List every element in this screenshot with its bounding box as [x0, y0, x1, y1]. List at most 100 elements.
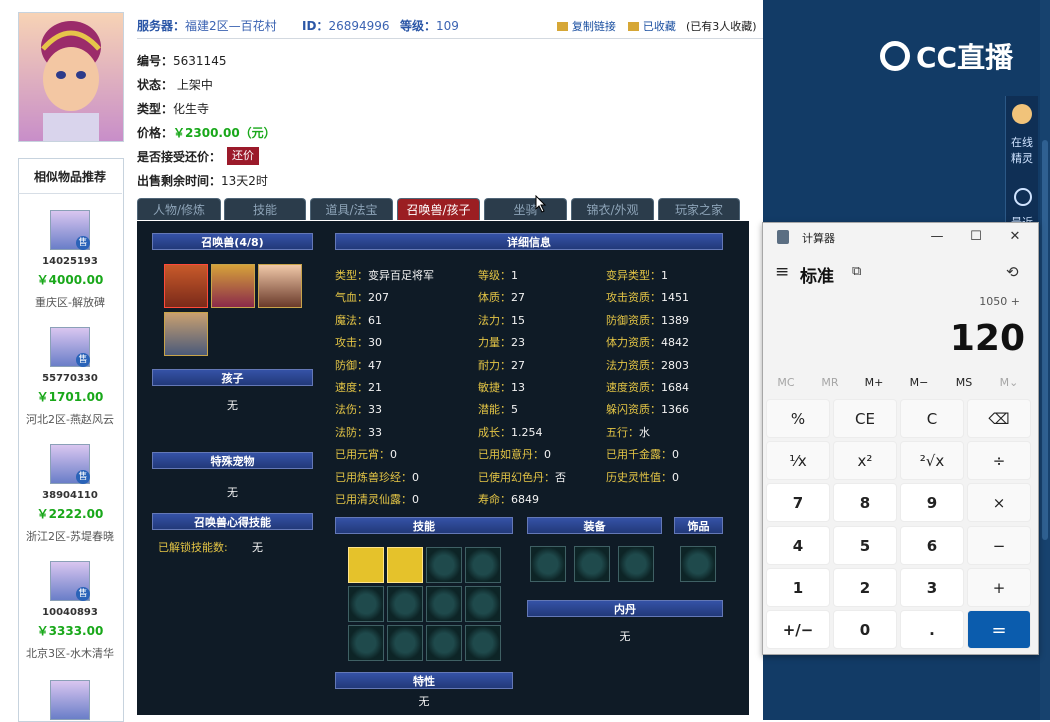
spirit-avatar-icon[interactable]	[1012, 104, 1032, 124]
add-button[interactable]: +	[967, 568, 1031, 607]
favorite-link[interactable]: 已收藏	[628, 18, 676, 34]
clear-button[interactable]: C	[900, 399, 964, 438]
percent-button[interactable]: %	[766, 399, 830, 438]
recommend-avatar-icon[interactable]: 售	[50, 561, 90, 601]
pet-slot-selected[interactable]	[164, 264, 208, 308]
pet-slot[interactable]	[164, 312, 208, 356]
tab-items[interactable]: 道具/法宝	[310, 198, 393, 220]
skill-slot[interactable]	[465, 547, 501, 583]
recommend-price: ￥1701.00	[36, 390, 104, 404]
recommend-price: ￥2222.00	[36, 507, 104, 521]
clear-entry-button[interactable]: CE	[833, 399, 897, 438]
skill-slot[interactable]	[387, 625, 423, 661]
scrollbar-thumb[interactable]	[1042, 140, 1048, 540]
recommend-id: 55770330	[42, 373, 98, 384]
subtract-button[interactable]: −	[967, 526, 1031, 565]
stat-value: 207	[368, 291, 389, 304]
accessory-slot[interactable]	[680, 546, 716, 582]
tab-mount[interactable]: 坐骑	[484, 198, 567, 220]
digit-1-button[interactable]: 1	[766, 568, 830, 607]
skill-slot[interactable]	[465, 586, 501, 622]
negate-button[interactable]: +/−	[766, 610, 830, 649]
equip-slot[interactable]	[618, 546, 654, 582]
equip-slot[interactable]	[574, 546, 610, 582]
digit-0-button[interactable]: 0	[833, 610, 897, 649]
equals-button[interactable]: =	[967, 610, 1031, 649]
clock-icon[interactable]	[1014, 188, 1032, 206]
recommend-avatar-icon[interactable]: 售	[50, 327, 90, 367]
digit-5-button[interactable]: 5	[833, 526, 897, 565]
skills-bar: 技能	[335, 517, 513, 534]
recommend-item[interactable]: 售 55770330 ￥1701.00 河北2区-燕赵风云	[18, 327, 122, 427]
pet-slot[interactable]	[258, 264, 302, 308]
stat-value: 0	[390, 448, 397, 461]
tab-outfit[interactable]: 锦衣/外观	[571, 198, 654, 220]
reciprocal-button[interactable]: ¹⁄x	[766, 441, 830, 480]
skill-icon[interactable]	[348, 547, 384, 583]
recommend-item[interactable]	[18, 680, 122, 720]
hamburger-menu-icon[interactable]: ≡	[775, 262, 789, 282]
recommend-server[interactable]: 河北2区-燕赵风云	[18, 411, 122, 427]
memory-store-button[interactable]: MS	[943, 376, 985, 389]
recommend-server[interactable]: 北京3区-水木清华	[18, 645, 122, 661]
recommend-avatar-icon[interactable]	[50, 680, 90, 720]
memory-add-button[interactable]: M+	[853, 376, 895, 389]
equip-slot[interactable]	[530, 546, 566, 582]
recommend-item[interactable]: 售 14025193 ￥4000.00 重庆区-解放碑	[18, 210, 122, 310]
stat-item: 变异类型：1	[606, 267, 668, 283]
skill-slot[interactable]	[387, 586, 423, 622]
divide-button[interactable]: ÷	[967, 441, 1031, 480]
stat-value: 0	[672, 471, 679, 484]
recommend-item[interactable]: 售 38904110 ￥2222.00 浙江2区-苏堤春晓	[18, 444, 122, 544]
skill-slot[interactable]	[348, 625, 384, 661]
digit-6-button[interactable]: 6	[900, 526, 964, 565]
stat-label: 等级：	[478, 269, 511, 282]
online-spirit-label[interactable]: 在线 精灵	[1006, 134, 1038, 166]
square-root-button[interactable]: ²√x	[900, 441, 964, 480]
skill-slot[interactable]	[348, 586, 384, 622]
recommend-server[interactable]: 重庆区-解放碑	[18, 294, 122, 310]
skill-slot[interactable]	[465, 625, 501, 661]
multiply-button[interactable]: ×	[967, 483, 1031, 522]
digit-2-button[interactable]: 2	[833, 568, 897, 607]
recommend-item[interactable]: 售 10040893 ￥3333.00 北京3区-水木清华	[18, 561, 122, 661]
digit-4-button[interactable]: 4	[766, 526, 830, 565]
keep-on-top-icon[interactable]: ⧉	[852, 264, 861, 279]
copy-link-label[interactable]: 复制链接	[572, 20, 616, 33]
recommend-avatar-icon[interactable]: 售	[50, 210, 90, 250]
id-value: 26894996	[328, 19, 390, 33]
digit-3-button[interactable]: 3	[900, 568, 964, 607]
close-icon[interactable]: ✕	[1005, 229, 1025, 244]
tab-pets[interactable]: 召唤兽/孩子	[397, 198, 480, 220]
tab-skills[interactable]: 技能	[224, 198, 306, 220]
backspace-button[interactable]: ⌫	[967, 399, 1031, 438]
pet-slot[interactable]	[211, 264, 255, 308]
digit-8-button[interactable]: 8	[833, 483, 897, 522]
memory-recall-button[interactable]: MR	[809, 376, 851, 389]
tab-home[interactable]: 玩家之家	[658, 198, 740, 220]
accessory-bar: 饰品	[674, 517, 723, 534]
digit-7-button[interactable]: 7	[766, 483, 830, 522]
stat-value: 1389	[661, 314, 689, 327]
digit-9-button[interactable]: 9	[900, 483, 964, 522]
square-button[interactable]: x²	[833, 441, 897, 480]
memory-clear-button[interactable]: MC	[765, 376, 807, 389]
skill-slot[interactable]	[426, 547, 462, 583]
memory-subtract-button[interactable]: M−	[898, 376, 940, 389]
copy-link[interactable]: 复制链接	[557, 18, 616, 34]
counter-offer-button[interactable]: 还价	[227, 147, 259, 165]
maximize-icon[interactable]: ☐	[966, 229, 986, 244]
memory-list-button[interactable]: M⌄	[988, 376, 1030, 389]
recommend-server[interactable]: 浙江2区-苏堤春晓	[18, 528, 122, 544]
recommend-avatar-icon[interactable]: 售	[50, 444, 90, 484]
favorited-label[interactable]: 已收藏	[643, 20, 676, 33]
stat-label: 已用元宵：	[335, 448, 390, 461]
skill-slot[interactable]	[426, 625, 462, 661]
decimal-button[interactable]: .	[900, 610, 964, 649]
skill-slot[interactable]	[426, 586, 462, 622]
minimize-icon[interactable]: —	[927, 229, 947, 244]
tab-character[interactable]: 人物/修炼	[137, 198, 221, 220]
skill-icon[interactable]	[387, 547, 423, 583]
stat-value: 30	[368, 336, 382, 349]
history-icon[interactable]: ⟲	[1006, 263, 1019, 281]
